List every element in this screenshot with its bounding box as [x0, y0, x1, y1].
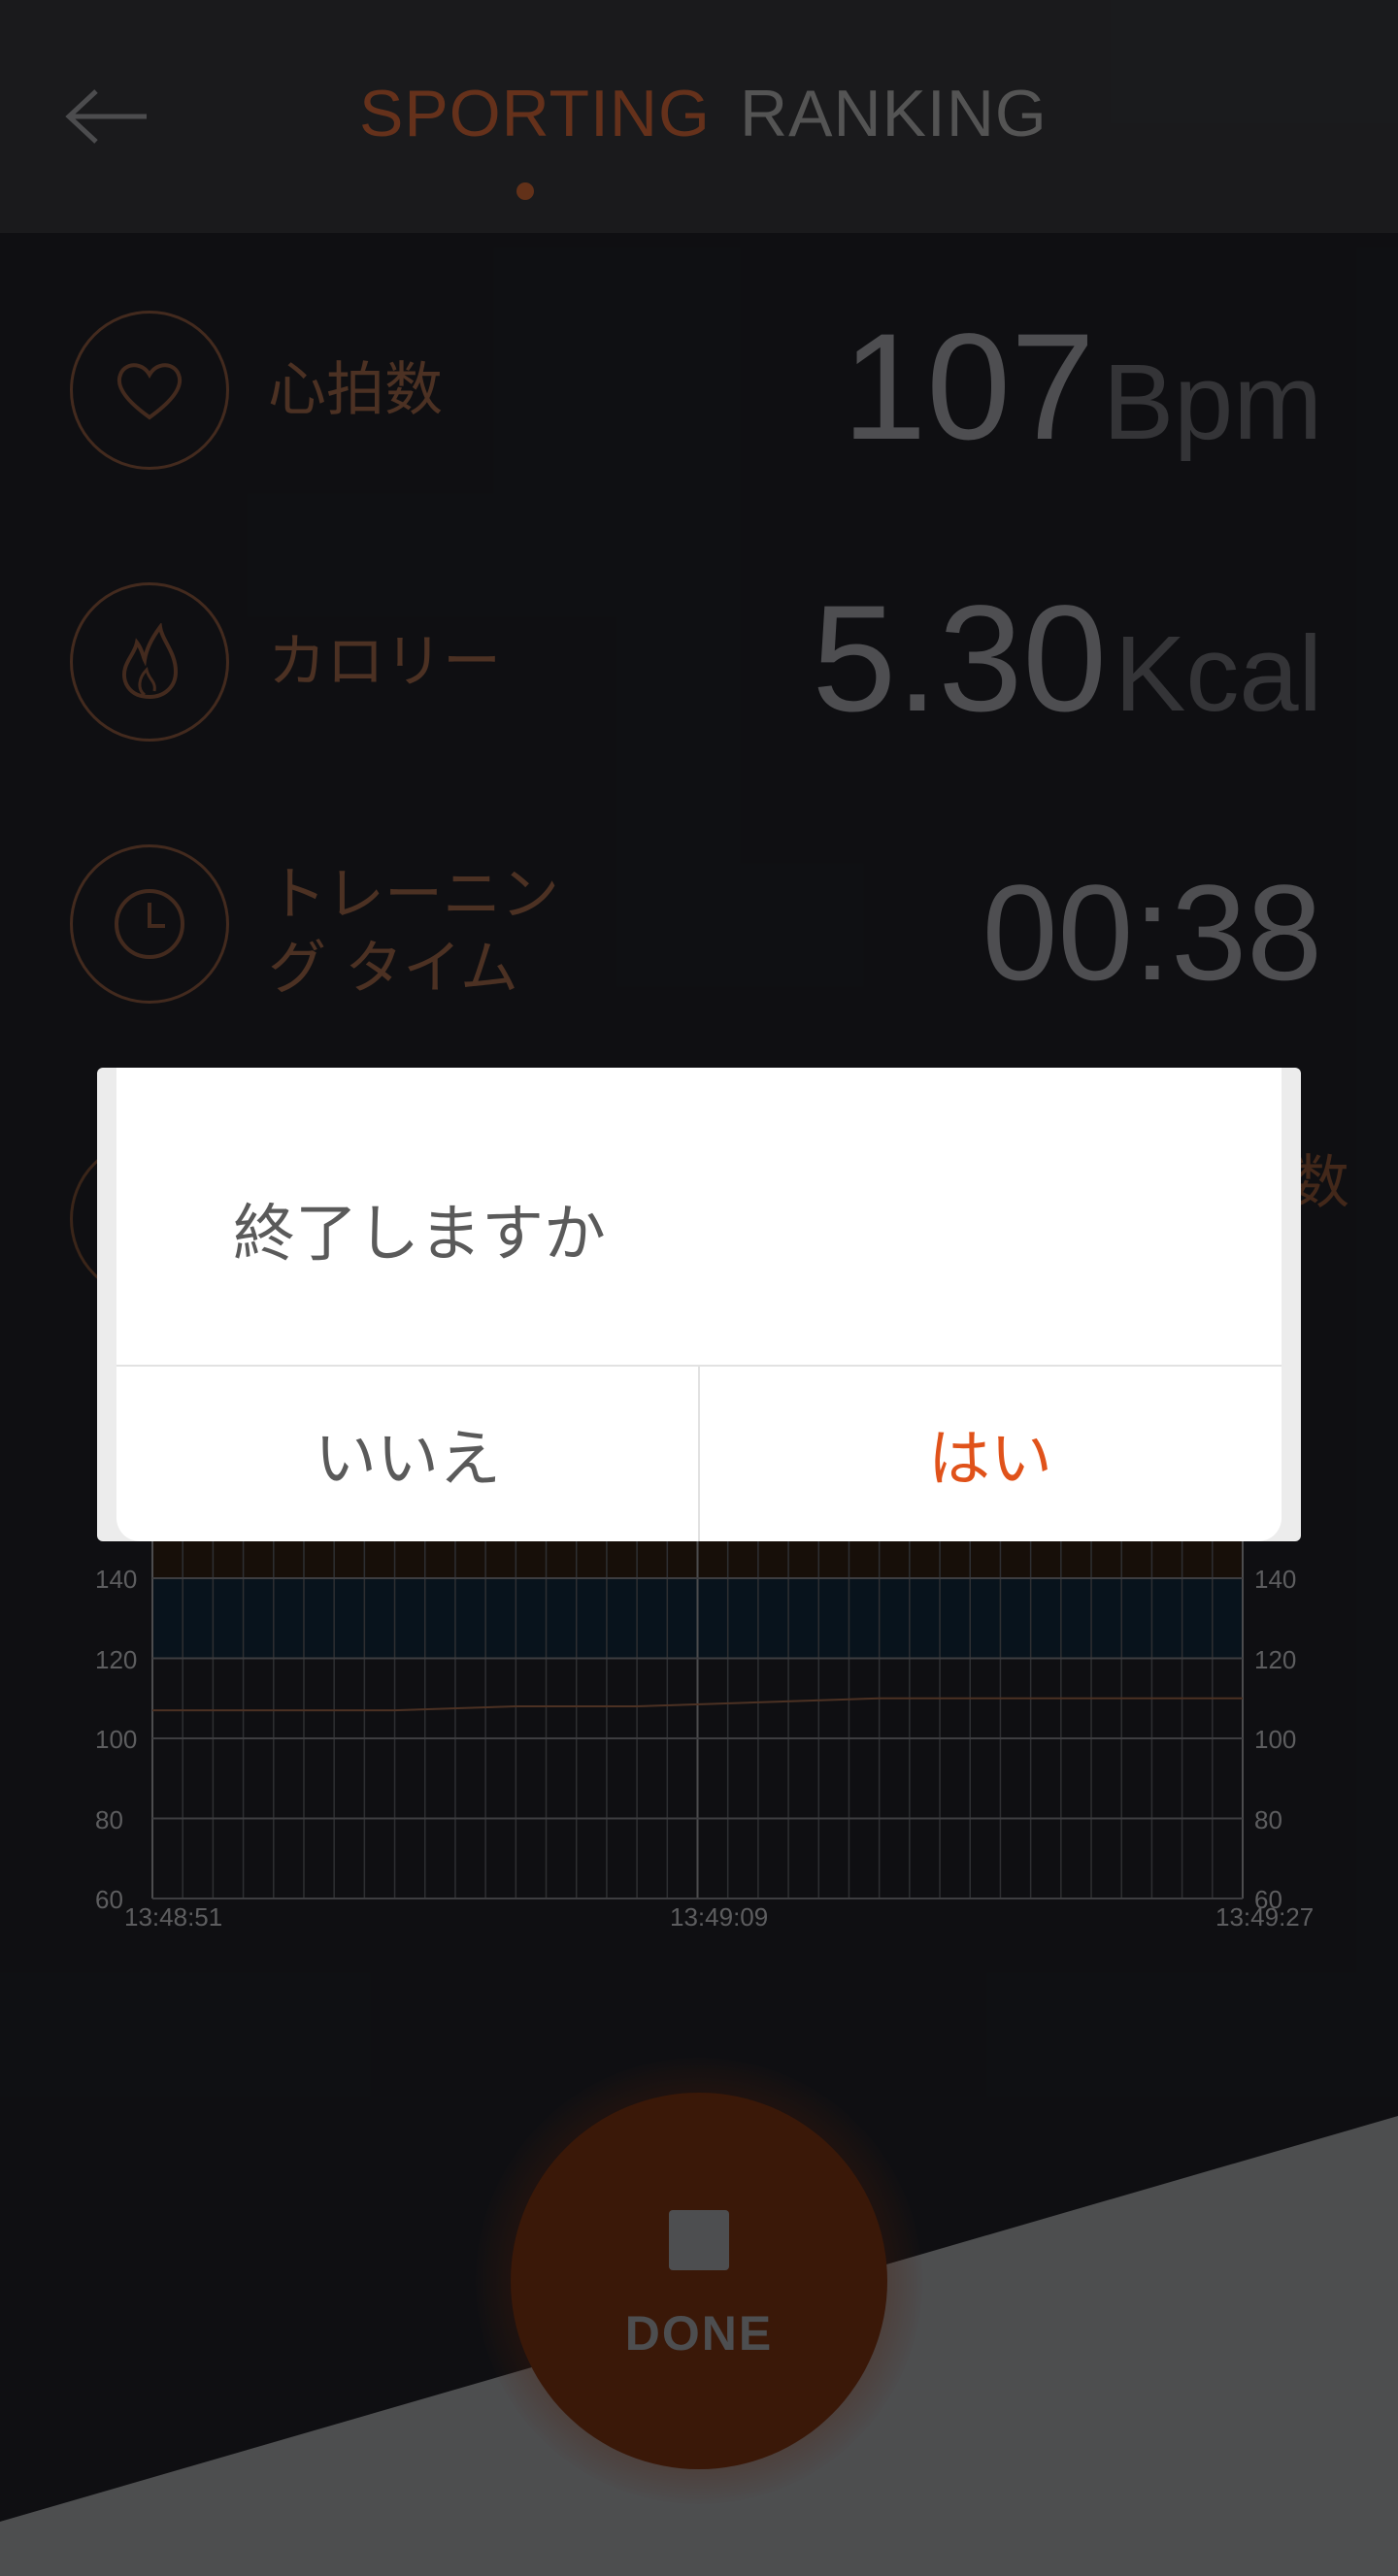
sporting-screen: SPORTING RANKING 心拍数 107 Bpm カロリー 5.30 K… [0, 0, 1398, 2576]
yes-button[interactable]: はい [699, 1367, 1282, 1541]
confirm-dialog: 終了しますか いいえ はい [116, 1068, 1282, 1541]
no-button[interactable]: いいえ [116, 1367, 699, 1541]
dialog-title: 終了しますか [233, 1199, 606, 1271]
